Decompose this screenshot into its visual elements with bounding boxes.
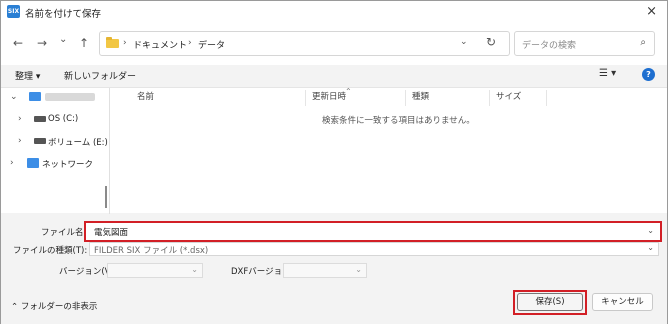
command-toolbar: 整理 ▾ 新しいフォルダー ☰ ▾ ? (1, 65, 667, 87)
folder-icon (106, 37, 119, 48)
new-folder-button[interactable]: 新しいフォルダー (64, 69, 136, 82)
chevron-right-icon[interactable]: › (18, 136, 22, 146)
filename-field[interactable]: 電気図面 ⌄ (84, 221, 662, 242)
column-header-name[interactable]: 名前 ⌃ (131, 87, 352, 106)
tree-item-volume-e[interactable]: › ボリューム (E:) (1, 132, 111, 152)
breadcrumb-separator: › (188, 38, 192, 48)
search-input[interactable]: データの検索 (522, 38, 576, 51)
address-dropdown-icon[interactable]: ⌄ (460, 37, 468, 47)
address-bar[interactable]: › ドキュメント › データ ⌄ ↻ (99, 31, 510, 56)
hide-folders-button[interactable]: ⌃ フォルダーの非表示 (11, 300, 97, 312)
redacted-name (45, 93, 95, 101)
breadcrumb-documents[interactable]: ドキュメント (133, 38, 187, 51)
view-options-icon[interactable]: ☰ ▾ (599, 68, 616, 79)
recent-locations-icon[interactable]: ⌄ (59, 34, 67, 45)
column-label: 名前 (137, 92, 155, 102)
cancel-button[interactable]: キャンセル (592, 293, 653, 311)
chevron-down-icon[interactable]: ⌄ (647, 243, 654, 252)
drive-icon (34, 136, 46, 144)
chevron-right-icon[interactable]: › (18, 114, 22, 124)
organize-button[interactable]: 整理 ▾ (15, 69, 40, 82)
save-as-dialog: SIX 名前を付けて保存 × ← → ⌄ ↑ › ドキュメント › データ ⌄ … (0, 0, 668, 324)
column-header-size[interactable]: サイズ (490, 90, 547, 106)
tree-item-this-pc[interactable]: ⌄ (1, 88, 111, 108)
filetype-select[interactable]: FILDER SIX ファイル (*.dsx) ⌄ (89, 242, 659, 256)
back-icon[interactable]: ← (13, 36, 23, 50)
chevron-down-icon[interactable]: ⌄ (647, 226, 654, 235)
chevron-down-icon: ⌄ (355, 265, 362, 274)
chevron-down-icon[interactable]: ⌄ (10, 92, 18, 102)
tree-item-label: ボリューム (E:) (48, 138, 108, 148)
filename-value[interactable]: 電気図面 (94, 226, 128, 238)
search-box[interactable]: データの検索 ⌕ (514, 31, 655, 56)
scrollbar-thumb[interactable] (105, 186, 107, 208)
dxf-version-select[interactable]: ⌄ (283, 263, 367, 278)
filetype-label: ファイルの種類(T): (13, 246, 88, 256)
column-header-type[interactable]: 種類 (406, 90, 490, 106)
refresh-icon[interactable]: ↻ (486, 35, 496, 49)
breadcrumb-data[interactable]: データ (198, 38, 225, 51)
tree-item-label: OS (C:) (48, 114, 79, 124)
help-icon[interactable]: ? (642, 68, 655, 81)
chevron-down-icon: ⌄ (191, 265, 198, 274)
up-icon[interactable]: ↑ (79, 36, 89, 50)
drive-icon (34, 114, 46, 122)
title-bar: SIX 名前を付けて保存 × (1, 1, 667, 23)
tree-item-network[interactable]: › ネットワーク (1, 154, 111, 174)
tree-item-os-c[interactable]: › OS (C:) (1, 110, 111, 130)
breadcrumb-separator: › (123, 38, 127, 48)
forward-icon[interactable]: → (37, 36, 47, 50)
chevron-right-icon[interactable]: › (10, 158, 14, 168)
save-button[interactable]: 保存(S) (517, 293, 583, 311)
computer-icon (29, 92, 41, 101)
network-icon (27, 158, 39, 168)
version-select[interactable]: ⌄ (107, 263, 203, 278)
search-icon[interactable]: ⌕ (640, 37, 646, 48)
close-icon[interactable]: × (646, 4, 657, 19)
tree-item-label: ネットワーク (42, 160, 94, 170)
filetype-value: FILDER SIX ファイル (*.dsx) (94, 246, 209, 256)
column-header-modified[interactable]: 更新日時 (306, 90, 406, 106)
empty-list-message: 検索条件に一致する項目はありません。 (322, 116, 475, 126)
dialog-title: 名前を付けて保存 (25, 9, 102, 20)
pane-divider[interactable] (109, 88, 110, 214)
browser-panel: ⌄ › OS (C:) › ボリューム (E:) › ネットワーク 名前 ⌃ 更… (1, 87, 667, 214)
app-icon: SIX (7, 5, 20, 18)
